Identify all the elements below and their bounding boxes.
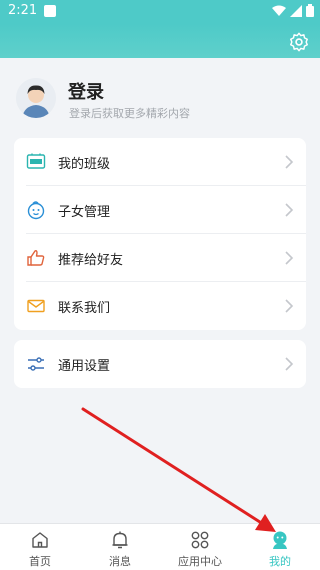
bottom-nav: 首页 消息 应用中心 我的 — [0, 523, 320, 570]
status-bar: 2:21 — [0, 0, 320, 24]
profile-section[interactable]: 登录 登录后获取更多精彩内容 — [0, 58, 320, 136]
chevron-right-icon — [285, 155, 294, 169]
header — [0, 24, 320, 58]
menu-item-contact[interactable]: 联系我们 — [14, 282, 306, 330]
notification-icon — [44, 5, 56, 17]
menu-item-my-class[interactable]: 我的班级 — [14, 138, 306, 186]
nav-home[interactable]: 首页 — [0, 524, 80, 570]
login-title[interactable]: 登录 — [68, 78, 104, 104]
mail-icon — [27, 299, 45, 313]
wifi-icon — [272, 5, 286, 16]
home-icon — [32, 532, 48, 548]
menu-item-general-settings[interactable]: 通用设置 — [14, 340, 306, 388]
grid-icon — [191, 531, 209, 549]
chevron-right-icon — [285, 203, 294, 217]
nav-app-center[interactable]: 应用中心 — [160, 524, 240, 570]
chevron-right-icon — [285, 357, 294, 371]
status-icons — [272, 4, 314, 17]
login-subtitle: 登录后获取更多精彩内容 — [69, 107, 190, 120]
nav-label: 消息 — [109, 555, 131, 568]
menu-label: 联系我们 — [58, 301, 111, 316]
menu-label: 子女管理 — [58, 205, 111, 220]
class-icon — [26, 153, 46, 169]
battery-icon — [306, 4, 314, 17]
avatar[interactable] — [16, 78, 56, 118]
menu-label: 推荐给好友 — [58, 253, 124, 268]
nav-label: 应用中心 — [178, 555, 222, 568]
child-face-icon — [27, 201, 45, 220]
signal-icon — [290, 4, 302, 17]
nav-messages[interactable]: 消息 — [80, 524, 160, 570]
menu-label: 通用设置 — [58, 359, 111, 374]
gear-icon[interactable] — [288, 31, 310, 53]
menu-card: 我的班级 子女管理 推荐给好友 联系我们 — [14, 138, 306, 330]
nav-label: 首页 — [29, 555, 51, 568]
chevron-right-icon — [285, 251, 294, 265]
nav-label: 我的 — [269, 555, 291, 568]
bell-icon — [112, 531, 128, 549]
settings-card: 通用设置 — [14, 340, 306, 388]
nav-mine[interactable]: 我的 — [240, 524, 320, 570]
menu-item-children[interactable]: 子女管理 — [14, 186, 306, 234]
avatar-icon — [16, 78, 56, 118]
status-time: 2:21 — [8, 3, 38, 18]
chevron-right-icon — [285, 299, 294, 313]
sliders-icon — [28, 357, 44, 371]
profile-icon — [273, 531, 287, 549]
menu-label: 我的班级 — [58, 157, 111, 172]
menu-item-recommend[interactable]: 推荐给好友 — [14, 234, 306, 282]
thumbs-up-icon — [27, 250, 45, 266]
